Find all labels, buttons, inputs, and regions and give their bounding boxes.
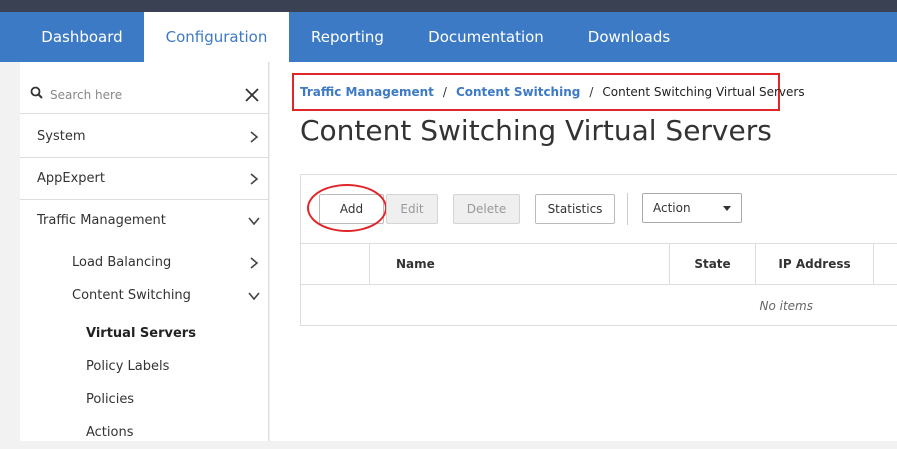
sidebar-item-content-switching[interactable]: Content Switching — [20, 279, 269, 312]
caret-down-icon — [723, 206, 731, 211]
sidebar-item-label: System — [37, 129, 86, 144]
column-header-name[interactable]: Name — [370, 244, 670, 284]
add-button[interactable]: Add — [319, 194, 384, 224]
sidebar-item-label: Content Switching — [72, 288, 191, 303]
breadcrumb-separator: / — [589, 85, 594, 99]
toolbar-divider — [627, 193, 628, 225]
sidebar-item-appexpert[interactable]: AppExpert — [20, 158, 269, 200]
breadcrumb-separator: / — [442, 85, 447, 99]
chevron-down-icon — [248, 292, 260, 301]
chevron-right-icon — [250, 131, 259, 143]
window-top-strip — [0, 0, 897, 12]
breadcrumb-link-traffic-management[interactable]: Traffic Management — [300, 85, 434, 99]
sidebar-item-label: Policies — [86, 392, 135, 407]
empty-table-message: No items — [759, 299, 814, 313]
top-navigation-bar: Dashboard Configuration Reporting Docume… — [0, 12, 897, 62]
sidebar-item-actions[interactable]: Actions — [20, 416, 269, 449]
action-select-value: Action — [653, 201, 691, 215]
select-column-header[interactable] — [301, 244, 370, 284]
delete-button[interactable]: Delete — [453, 194, 520, 224]
search-input[interactable] — [50, 83, 230, 107]
sidebar-item-label: Traffic Management — [37, 213, 166, 228]
chevron-down-icon — [248, 217, 260, 226]
breadcrumb-current: Content Switching Virtual Servers — [602, 85, 805, 99]
breadcrumb: Traffic Management / Content Switching / Con… — [292, 73, 805, 111]
virtual-servers-panel: Add Edit Delete Statistics Action Name S… — [300, 174, 897, 326]
chevron-right-icon — [250, 173, 259, 185]
tab-configuration[interactable]: Configuration — [144, 12, 289, 62]
sidebar-item-label: Actions — [86, 425, 134, 440]
sidebar-item-traffic-management[interactable]: Traffic Management — [20, 200, 269, 242]
sidebar-item-label: Policy Labels — [86, 359, 170, 374]
sidebar: System AppExpert Traffic Management Load… — [20, 62, 269, 441]
breadcrumb-link-content-switching[interactable]: Content Switching — [456, 85, 580, 99]
page-title: Content Switching Virtual Servers — [300, 114, 772, 147]
search-icon — [30, 86, 43, 99]
sidebar-search — [20, 76, 269, 114]
sidebar-item-policies[interactable]: Policies — [20, 383, 269, 416]
table-header: Name State IP Address — [301, 243, 897, 285]
sidebar-item-label: AppExpert — [37, 171, 105, 186]
chevron-right-icon — [250, 257, 259, 269]
close-icon[interactable] — [244, 87, 260, 103]
edit-button[interactable]: Edit — [386, 194, 438, 224]
tab-dashboard[interactable]: Dashboard — [20, 12, 144, 62]
action-select[interactable]: Action — [642, 193, 742, 223]
tab-reporting[interactable]: Reporting — [289, 12, 406, 62]
sidebar-item-label: Virtual Servers — [86, 326, 196, 341]
column-header-state[interactable]: State — [670, 244, 756, 284]
sidebar-item-label: Load Balancing — [72, 255, 172, 270]
sidebar-item-system[interactable]: System — [20, 116, 269, 158]
sidebar-item-load-balancing[interactable]: Load Balancing — [20, 246, 269, 279]
sidebar-item-policy-labels[interactable]: Policy Labels — [20, 350, 269, 383]
column-header-ip-address[interactable]: IP Address — [756, 244, 874, 284]
tab-downloads[interactable]: Downloads — [566, 12, 692, 62]
tab-documentation[interactable]: Documentation — [406, 12, 566, 62]
main-content: Traffic Management / Content Switching / Con… — [270, 62, 897, 441]
statistics-button[interactable]: Statistics — [535, 194, 615, 224]
sidebar-item-virtual-servers[interactable]: Virtual Servers — [20, 317, 269, 350]
